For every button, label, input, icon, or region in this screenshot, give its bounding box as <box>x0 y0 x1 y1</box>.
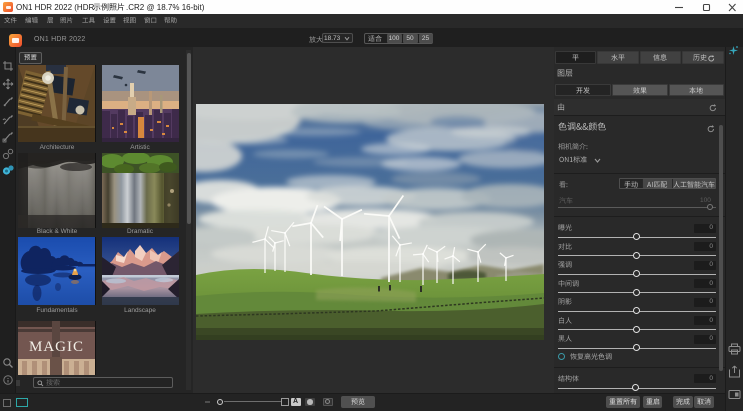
svg-text:MAGIC: MAGIC <box>29 339 84 355</box>
